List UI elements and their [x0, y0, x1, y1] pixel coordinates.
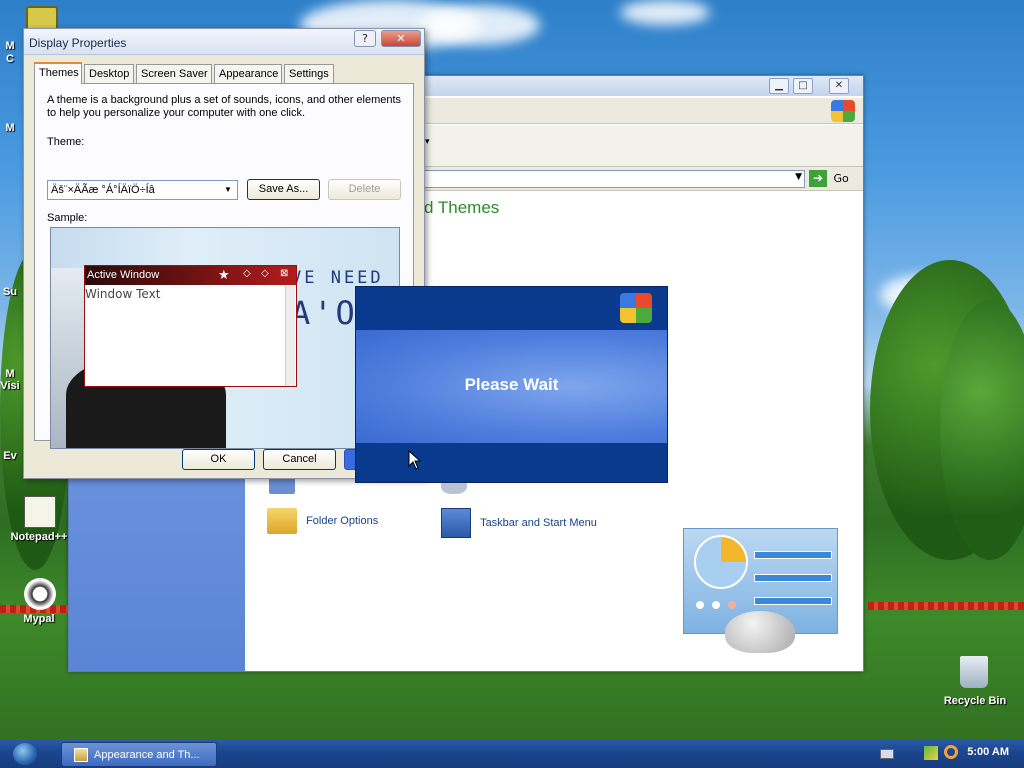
appearance-illustration-dome	[725, 611, 795, 653]
please-wait-message: Please Wait	[464, 375, 559, 394]
mypal-label: Mypal	[23, 613, 55, 625]
recycle-bin-icon	[960, 656, 988, 688]
task-taskbar-start-menu[interactable]: Taskbar and Start Menu	[441, 508, 597, 538]
mypal-icon	[24, 578, 56, 610]
taskbar-start-menu-label: Taskbar and Start Menu	[480, 517, 597, 529]
go-arrow-icon: ➔	[809, 170, 827, 187]
taskbar: Appearance and Th... 5:00 AM	[0, 740, 1024, 768]
cancel-button[interactable]: Cancel	[263, 449, 336, 470]
star-icon: ★	[218, 267, 230, 282]
help-button[interactable]: ?	[354, 30, 376, 47]
themes-description: A theme is a background plus a set of so…	[47, 94, 402, 119]
sample-poster-line1: VE NEED	[291, 268, 384, 288]
ok-button[interactable]: OK	[182, 449, 255, 470]
keyboard-icon[interactable]	[880, 749, 894, 759]
address-input[interactable]: ▼	[409, 170, 805, 188]
network-icon[interactable]	[924, 746, 938, 760]
theme-select[interactable]: Äš¨×ÄÃæ °Á°ÍÄïÖ÷Íâ ▼	[47, 180, 238, 200]
task-window-icon	[74, 748, 88, 762]
sample-window-text: Window Text	[85, 287, 161, 301]
dialog-title: Display Properties	[29, 36, 127, 50]
chevron-down-icon[interactable]: ▼	[221, 183, 235, 197]
sample-active-window: Active Window ★ ◇ ◇ ⊠ Window Text	[84, 265, 297, 387]
taskbar-start-menu-icon	[441, 508, 471, 538]
taskbar-task-appearance[interactable]: Appearance and Th...	[61, 742, 217, 767]
notepadpp-icon	[24, 496, 56, 528]
windows-orb-icon	[13, 743, 37, 765]
please-wait-dialog: Please Wait	[355, 286, 668, 483]
windows-flag-icon	[831, 100, 855, 122]
go-label: Go	[833, 172, 849, 185]
tab-settings[interactable]: Settings	[284, 64, 334, 83]
minimize-icon: ◇	[243, 268, 251, 279]
address-dropdown-icon[interactable]: ▼	[795, 172, 802, 182]
minimize-button[interactable]: ▁	[769, 78, 789, 94]
close-icon: ⊠	[280, 268, 289, 279]
dialog-close-button[interactable]: ✕	[381, 30, 421, 47]
recycle-bin-label: Recycle Bin	[943, 695, 1007, 707]
folder-options-icon	[267, 508, 297, 534]
start-button[interactable]	[4, 742, 52, 766]
theme-sample-preview: VE NEED A'O° Active Window ★ ◇ ◇ ⊠ Windo…	[50, 227, 400, 449]
sample-active-window-title: Active Window ★ ◇ ◇ ⊠	[85, 266, 296, 285]
mouse-cursor-icon	[408, 450, 422, 470]
delete-button[interactable]: Delete	[328, 179, 401, 200]
windows-logo-icon	[620, 293, 652, 323]
save-as-button[interactable]: Save As...	[247, 179, 320, 200]
tab-appearance[interactable]: Appearance	[214, 64, 282, 83]
tab-screen-saver[interactable]: Screen Saver	[136, 64, 212, 83]
sample-scrollbar	[285, 286, 295, 386]
system-clock: 5:00 AM	[967, 746, 1009, 758]
tab-desktop[interactable]: Desktop	[84, 64, 134, 83]
tab-themes[interactable]: Themes	[34, 62, 82, 84]
search-icon[interactable]	[944, 745, 958, 759]
theme-select-value: Äš¨×ÄÃæ °Á°ÍÄïÖ÷Íâ	[51, 184, 155, 196]
go-button[interactable]: ➔ Go	[809, 170, 855, 188]
page-heading: d Themes	[424, 198, 500, 217]
maximize-icon: ◇	[261, 268, 269, 279]
close-button[interactable]: ✕	[829, 78, 849, 94]
folder-options-label: Folder Options	[306, 515, 379, 527]
views-dropdown-icon[interactable]: ▾	[425, 137, 430, 147]
task-folder-options[interactable]: Folder Options	[267, 508, 378, 534]
notepadpp-label: Notepad++	[10, 531, 68, 543]
theme-label: Theme:	[47, 136, 85, 148]
maximize-button[interactable]: □	[793, 78, 813, 94]
sample-label: Sample:	[47, 212, 88, 224]
taskbar-task-label: Appearance and Th...	[94, 749, 200, 761]
